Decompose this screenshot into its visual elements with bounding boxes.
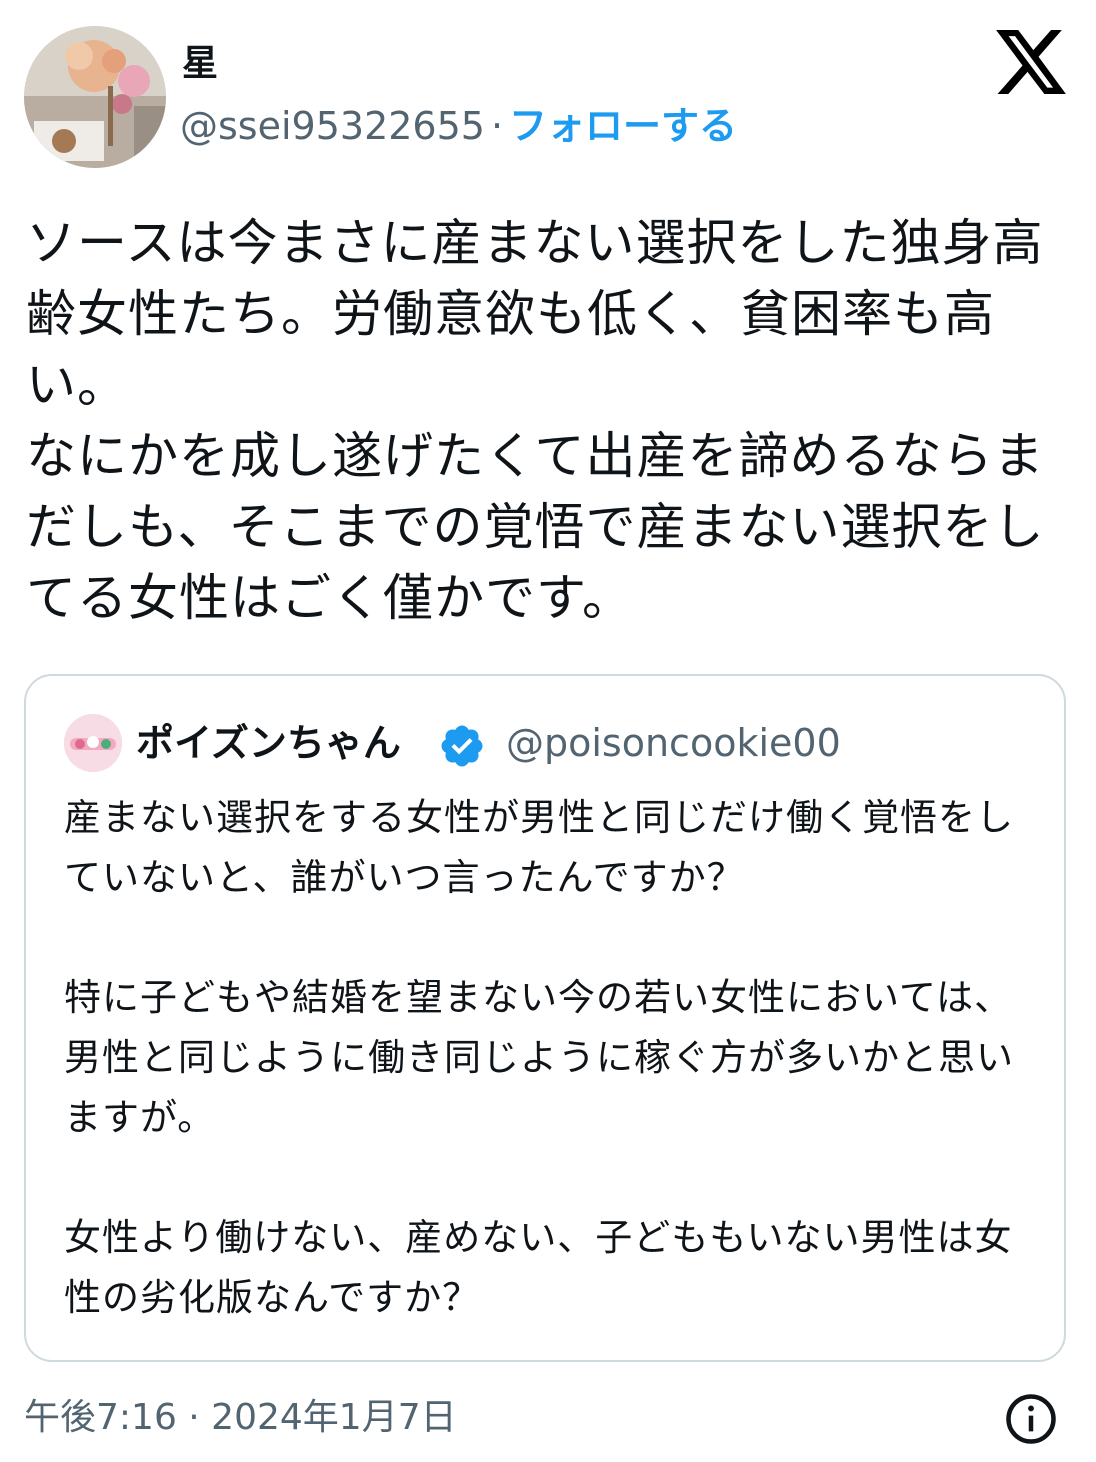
quoted-display-name[interactable]: ポイズンちゃん [136, 716, 401, 770]
quoted-tweet-text: 産まない選択をする女性が男性と同じだけ働く覚悟をしていないと、誰がいつ言ったんで… [64, 796, 1014, 1319]
tweet-card: 星 @ssei95322655 · フォローする ソースは今まさに産まない選択をした… [0, 0, 1096, 1462]
info-icon[interactable] [1004, 1392, 1058, 1446]
avatar-photo [24, 26, 166, 168]
author-handle[interactable]: @ssei95322655 [180, 104, 485, 148]
author-avatar[interactable] [24, 26, 166, 168]
handle-separator: · [490, 104, 504, 148]
quoted-avatar-image [64, 714, 122, 772]
tweet-text: ソースは今まさに産まない選択をした独身高齢女性たち。労働意欲も低く、貧困率も高い… [26, 214, 1045, 627]
author-handle-row: @ssei95322655 · フォローする [180, 100, 737, 152]
quoted-tweet[interactable]: ポイズンちゃん @poisoncookie00 産まない選択をする女性が男性と同… [24, 674, 1066, 1362]
x-logo-icon[interactable] [996, 30, 1066, 94]
author-display-name[interactable]: 星 [182, 40, 218, 88]
quoted-handle[interactable]: @poisoncookie00 [506, 716, 841, 770]
verified-badge-icon [441, 725, 483, 767]
quoted-author-avatar[interactable] [64, 714, 122, 772]
tweet-timestamp[interactable]: 午後7:16 · 2024年1月7日 [24, 1392, 457, 1444]
follow-button[interactable]: フォローする [509, 104, 737, 148]
